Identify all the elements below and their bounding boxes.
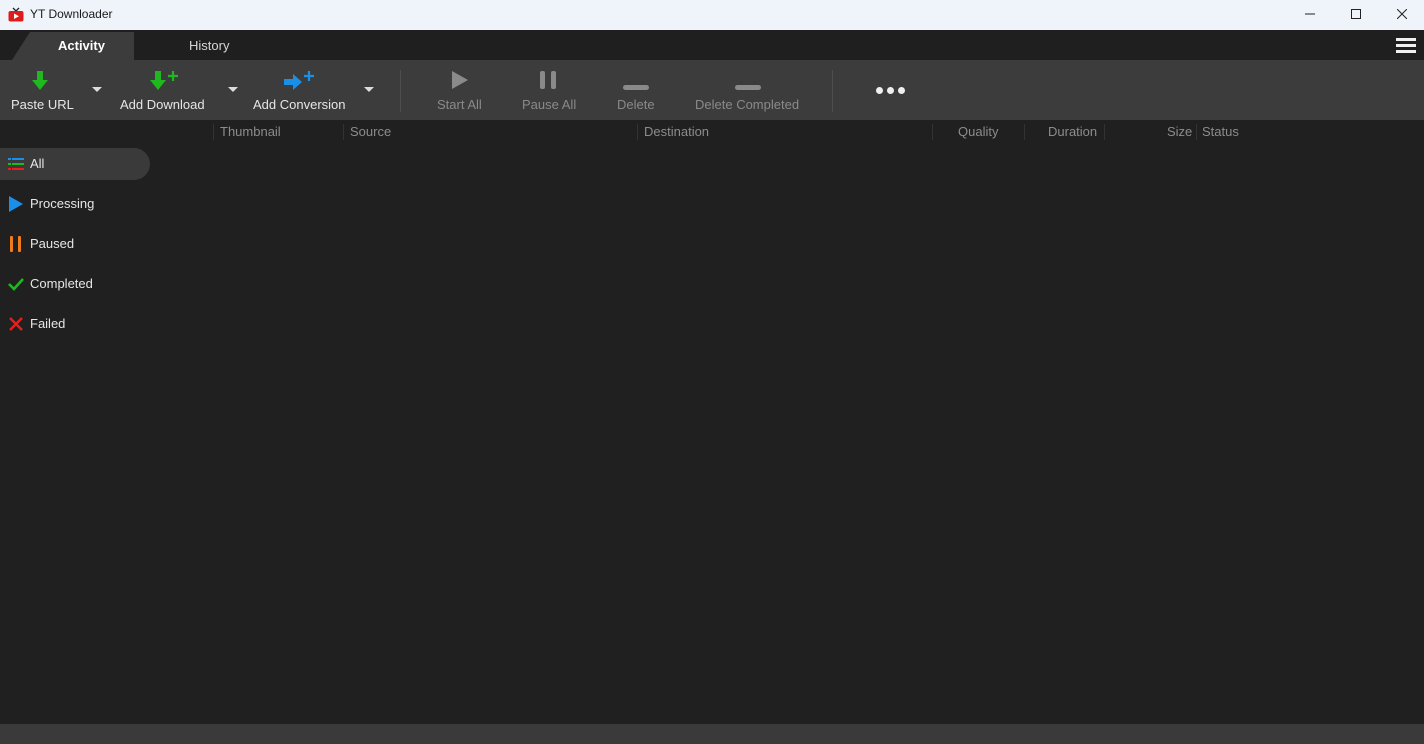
start-all-button[interactable]: Start All — [420, 60, 500, 120]
status-bar — [0, 724, 1424, 744]
minus-icon — [735, 78, 761, 96]
tab-activity-label[interactable]: Activity — [58, 38, 105, 53]
maximize-icon — [1351, 6, 1361, 24]
hamburger-menu-icon[interactable] — [1396, 38, 1416, 54]
app-window: YT Downloader Activity History Paste URL… — [0, 0, 1424, 744]
tv-play-icon — [8, 7, 24, 22]
play-icon — [8, 196, 24, 212]
sidebar-item-label: Failed — [30, 316, 66, 331]
add-conversion-button[interactable]: Add Conversion — [246, 60, 384, 120]
close-icon — [1396, 6, 1408, 24]
download-arrow-icon — [31, 70, 49, 97]
conversion-add-icon — [283, 70, 317, 97]
column-thumbnail[interactable]: Thumbnail — [220, 124, 281, 139]
column-divider[interactable] — [932, 124, 933, 140]
sidebar-item-failed[interactable]: Failed — [0, 308, 150, 340]
column-divider[interactable] — [1024, 124, 1025, 140]
sidebar-item-label: Completed — [30, 276, 93, 291]
pause-icon — [539, 70, 557, 95]
toolbar-separator — [832, 70, 833, 112]
sidebar-item-all[interactable]: All — [0, 148, 150, 180]
play-icon — [451, 70, 469, 95]
sidebar-item-paused[interactable]: Paused — [0, 228, 150, 260]
list-icon — [8, 156, 24, 172]
column-destination[interactable]: Destination — [644, 124, 709, 139]
sidebar-item-completed[interactable]: Completed — [0, 268, 150, 300]
x-icon — [8, 316, 24, 332]
column-status[interactable]: Status — [1202, 124, 1239, 139]
close-button[interactable] — [1379, 0, 1424, 30]
column-divider[interactable] — [637, 124, 638, 140]
maximize-button[interactable] — [1333, 0, 1379, 30]
delete-completed-button[interactable]: Delete Completed — [688, 60, 812, 120]
column-divider[interactable] — [213, 124, 214, 140]
column-divider[interactable] — [1104, 124, 1105, 140]
paste-url-button[interactable]: Paste URL — [0, 60, 110, 120]
add-download-button[interactable]: Add Download — [110, 60, 246, 120]
checkmark-icon — [8, 276, 24, 292]
delete-button[interactable]: Delete — [600, 60, 672, 120]
column-divider[interactable] — [1196, 124, 1197, 140]
delete-label: Delete — [617, 97, 655, 112]
minus-icon — [623, 78, 649, 96]
toolbar: Paste URL Add Download Add Conversion St… — [0, 60, 1424, 120]
column-duration[interactable]: Duration — [1048, 124, 1097, 139]
chevron-down-icon[interactable] — [364, 87, 374, 92]
toolbar-separator — [400, 70, 401, 112]
pause-all-label: Pause All — [522, 97, 577, 112]
tab-bar: Activity History — [0, 30, 1424, 60]
column-divider[interactable] — [343, 124, 344, 140]
column-quality[interactable]: Quality — [958, 124, 998, 139]
start-all-label: Start All — [437, 97, 482, 112]
window-title: YT Downloader — [30, 7, 113, 21]
chevron-down-icon[interactable] — [228, 87, 238, 92]
minimize-icon — [1305, 6, 1315, 24]
download-add-icon — [149, 70, 181, 97]
chevron-down-icon[interactable] — [92, 87, 102, 92]
column-size[interactable]: Size — [1167, 124, 1192, 139]
tab-history[interactable]: History — [189, 38, 229, 53]
delete-completed-label: Delete Completed — [695, 97, 800, 112]
more-dots-icon[interactable] — [876, 87, 905, 94]
add-conversion-label: Add Conversion — [253, 97, 346, 112]
sidebar-item-label: All — [30, 156, 45, 171]
sidebar-item-label: Processing — [30, 196, 95, 211]
table-header: Thumbnail Source Destination Quality Dur… — [0, 120, 1424, 144]
sidebar-item-processing[interactable]: Processing — [0, 188, 150, 220]
add-download-label: Add Download — [120, 97, 205, 112]
pause-all-button[interactable]: Pause All — [508, 60, 588, 120]
sidebar-item-label: Paused — [30, 236, 75, 251]
title-bar: YT Downloader — [0, 0, 1424, 30]
minimize-button[interactable] — [1287, 0, 1333, 30]
pause-icon — [8, 236, 24, 252]
column-source[interactable]: Source — [350, 124, 391, 139]
download-list[interactable] — [160, 144, 1424, 724]
paste-url-label: Paste URL — [11, 97, 74, 112]
